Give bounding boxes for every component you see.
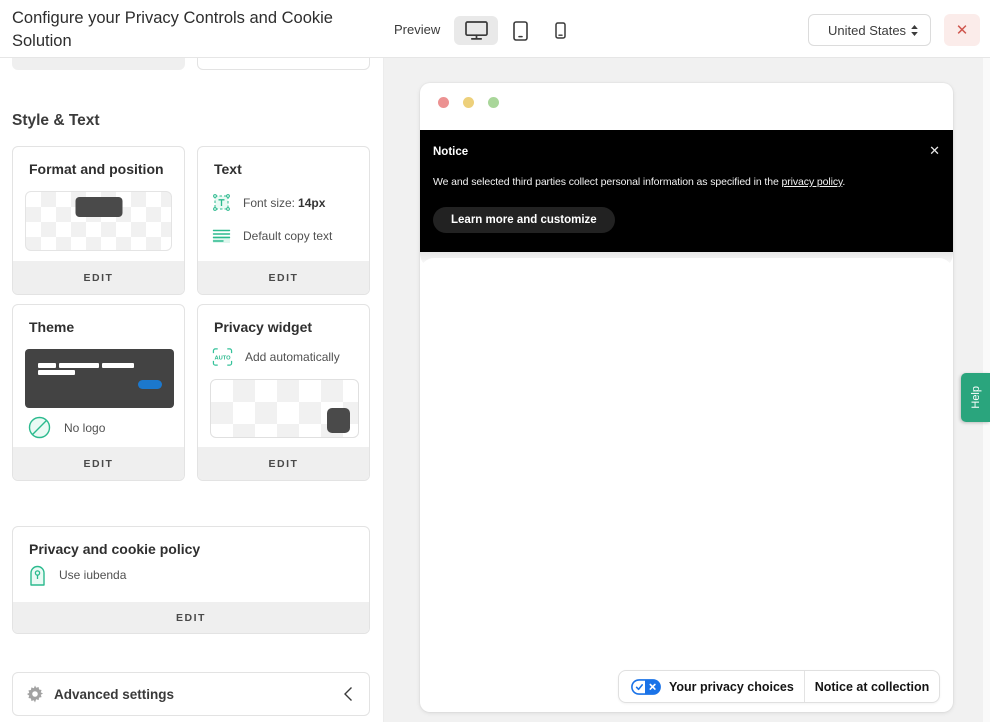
country-select[interactable]: United States xyxy=(808,14,931,46)
desktop-icon xyxy=(465,21,488,40)
page-title: Configure your Privacy Controls and Cook… xyxy=(12,7,384,53)
banner-position-chip xyxy=(75,197,122,217)
privacy-policy-link[interactable]: privacy policy xyxy=(782,176,843,188)
help-tab[interactable]: Help xyxy=(961,373,990,422)
no-logo-label: No logo xyxy=(64,421,105,435)
font-size-icon xyxy=(212,193,231,212)
partial-card xyxy=(197,58,370,70)
theme-preview-bar xyxy=(59,363,99,368)
configurator-window: Configure your Privacy Controls and Cook… xyxy=(0,0,990,722)
copy-text-row: Default copy text xyxy=(212,228,332,244)
close-icon: ✕ xyxy=(956,21,969,39)
format-edit-button[interactable]: EDIT xyxy=(13,261,184,294)
card-privacy-widget: Privacy widget AUTO Add automatically ED… xyxy=(197,304,370,481)
card-title: Privacy widget xyxy=(214,319,312,335)
preview-desktop-button[interactable] xyxy=(454,16,498,45)
partial-card-edit-button[interactable] xyxy=(12,58,185,70)
section-title: Style & Text xyxy=(12,112,100,130)
auto-icon: AUTO xyxy=(212,347,233,367)
theme-preview-button xyxy=(138,380,162,389)
font-size-label: Font size:14px xyxy=(243,196,325,210)
privacy-choices-button[interactable]: Your privacy choices xyxy=(619,671,804,702)
close-configurator-button[interactable]: ✕ xyxy=(944,14,980,46)
topbar: Configure your Privacy Controls and Cook… xyxy=(0,0,990,58)
widget-position-chip xyxy=(327,408,350,433)
mobile-icon xyxy=(555,22,566,39)
theme-preview-bar xyxy=(38,363,56,368)
banner-body: We and selected third parties collect pe… xyxy=(433,176,845,188)
preview-mobile-button[interactable] xyxy=(545,16,576,45)
notice-at-collection-button[interactable]: Notice at collection xyxy=(805,671,939,702)
banner-title: Notice xyxy=(433,146,468,158)
consent-footer-buttons: Your privacy choices Notice at collectio… xyxy=(618,670,940,703)
card-title: Theme xyxy=(29,319,74,335)
copy-text-label: Default copy text xyxy=(243,229,332,243)
cookie-notice-banner: Notice ✕ We and selected third parties c… xyxy=(420,130,953,252)
card-title: Privacy and cookie policy xyxy=(29,541,200,557)
traffic-light-green xyxy=(488,97,499,108)
chevron-left-icon xyxy=(343,686,353,702)
theme-preview xyxy=(25,349,174,408)
browser-mockup: Notice ✕ We and selected third parties c… xyxy=(420,83,953,712)
tablet-icon xyxy=(513,21,528,41)
no-logo-row: No logo xyxy=(27,415,105,440)
settings-sidebar: Style & Text Format and position EDIT Te… xyxy=(0,58,384,722)
card-text: Text Font size:14px Default copy text ED… xyxy=(197,146,370,295)
font-size-row: Font size:14px xyxy=(212,193,325,212)
card-title: Text xyxy=(214,161,242,177)
privacy-choices-icon xyxy=(631,679,661,695)
copy-text-icon xyxy=(212,228,231,244)
card-title: Format and position xyxy=(29,161,164,177)
banner-close-button[interactable]: ✕ xyxy=(929,144,940,157)
learn-more-button[interactable]: Learn more and customize xyxy=(433,207,615,233)
policy-provider-label: Use iubenda xyxy=(59,568,126,582)
format-preview xyxy=(25,191,172,251)
traffic-light-yellow xyxy=(463,97,474,108)
updown-arrows-icon xyxy=(910,24,919,37)
card-format-position: Format and position EDIT xyxy=(12,146,185,295)
advanced-settings-toggle[interactable]: Advanced settings xyxy=(12,672,370,716)
widget-edit-button[interactable]: EDIT xyxy=(198,447,369,480)
preview-tablet-button[interactable] xyxy=(505,16,536,45)
theme-preview-bar xyxy=(38,370,75,375)
iubenda-icon xyxy=(29,564,46,586)
page-content-sheet xyxy=(420,258,953,298)
card-privacy-policy: Privacy and cookie policy Use iubenda ED… xyxy=(12,526,370,634)
svg-text:AUTO: AUTO xyxy=(214,355,231,361)
text-edit-button[interactable]: EDIT xyxy=(198,261,369,294)
theme-edit-button[interactable]: EDIT xyxy=(13,447,184,480)
no-logo-icon xyxy=(27,415,52,440)
card-theme: Theme No logo EDIT xyxy=(12,304,185,481)
privacy-choices-label: Your privacy choices xyxy=(669,680,794,694)
gear-icon xyxy=(26,685,44,703)
traffic-light-red xyxy=(438,97,449,108)
auto-row: AUTO Add automatically xyxy=(212,347,340,367)
preview-pane: Notice ✕ We and selected third parties c… xyxy=(384,58,990,722)
auto-label: Add automatically xyxy=(245,350,340,364)
close-icon: ✕ xyxy=(929,143,940,158)
preview-label: Preview xyxy=(394,22,440,37)
help-label: Help xyxy=(970,386,982,409)
policy-provider-row: Use iubenda xyxy=(29,564,126,586)
policy-edit-button[interactable]: EDIT xyxy=(13,602,369,633)
country-select-value: United States xyxy=(828,23,906,38)
browser-traffic-lights xyxy=(438,97,499,108)
advanced-settings-label: Advanced settings xyxy=(54,687,174,702)
widget-preview xyxy=(210,379,359,438)
theme-preview-bar xyxy=(102,363,134,368)
